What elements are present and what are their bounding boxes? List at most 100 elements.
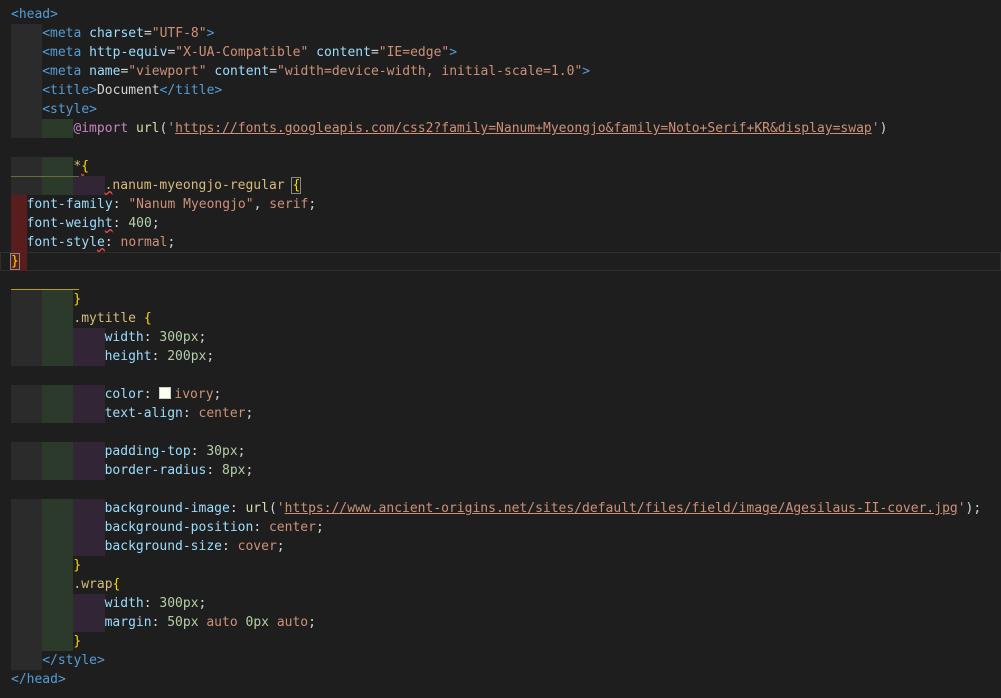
- code-token: background-position: [104, 520, 254, 535]
- code-line[interactable]: background-image: url('https://www.ancie…: [0, 499, 1001, 518]
- code-token: }: [73, 292, 82, 307]
- code-line[interactable]: [0, 271, 1001, 290]
- code-line[interactable]: .nanum-myeongjo-regular {: [0, 176, 1001, 195]
- code-line[interactable]: <meta http-equiv = "X-UA-Compatible" conte…: [0, 43, 1001, 62]
- code-token: .mytitle: [73, 311, 137, 326]
- code-token: border-radius: [104, 463, 207, 478]
- code-text: }: [73, 290, 81, 309]
- code-token: </style>: [42, 653, 105, 668]
- code-token: ': [167, 121, 176, 136]
- code-token: charset: [89, 26, 144, 41]
- code-line[interactable]: font-family: "Nanum Myeongjo", serif;: [0, 195, 1001, 214]
- code-line[interactable]: <meta charset="UTF-8">: [0, 24, 1001, 43]
- code-line[interactable]: height: 200px;: [0, 347, 1001, 366]
- code-line[interactable]: padding-top: 30px;: [0, 442, 1001, 461]
- bracket-guide: [11, 289, 79, 290]
- code-line[interactable]: }: [0, 556, 1001, 575]
- code-token: "X-UA-Compatible": [175, 45, 309, 60]
- code-token: {: [291, 177, 302, 194]
- indent-guide: [42, 613, 74, 632]
- code-line[interactable]: color: ivory;: [0, 385, 1001, 404]
- code-text: width: 300px;: [105, 328, 207, 347]
- code-line[interactable]: width: 300px;: [0, 594, 1001, 613]
- bracket-guide: [11, 176, 79, 177]
- indent-guide: [11, 556, 43, 575]
- code-line[interactable]: border-radius: 8px;: [0, 461, 1001, 480]
- code-token: (: [268, 501, 277, 516]
- indent-guide: [11, 385, 43, 404]
- code-token: :: [143, 330, 160, 345]
- code-token: ;: [245, 463, 254, 478]
- code-line[interactable]: @import url('https://fonts.googleapis.co…: [0, 119, 1001, 138]
- code-line[interactable]: [0, 480, 1001, 499]
- code-line[interactable]: </head>: [0, 670, 1001, 689]
- indent-guide: [42, 328, 74, 347]
- code-line[interactable]: <meta name="viewport" content="width=dev…: [0, 62, 1001, 81]
- code-token: url: [245, 501, 269, 516]
- code-token: font-styl: [26, 235, 98, 250]
- code-line[interactable]: <style>: [0, 100, 1001, 119]
- code-token: :: [143, 387, 160, 402]
- indent-guide: [11, 404, 43, 423]
- code-token: =: [143, 26, 152, 41]
- code-line[interactable]: [0, 138, 1001, 157]
- code-token: name: [89, 64, 121, 79]
- indent-guide: [11, 43, 43, 62]
- indent-guide: [11, 594, 43, 613]
- indent-guide: [42, 499, 74, 518]
- code-token: "width=device-width, initial-scale=1.0": [277, 64, 583, 79]
- code-line[interactable]: text-align: center;: [0, 404, 1001, 423]
- indent-guide: [73, 461, 105, 480]
- code-token: :: [182, 406, 199, 421]
- color-swatch-icon: [159, 387, 172, 399]
- code-token: ;: [151, 216, 160, 231]
- error-indent-marker: [11, 195, 27, 214]
- code-line[interactable]: [0, 366, 1001, 385]
- code-token: :: [190, 444, 207, 459]
- code-line[interactable]: <title>Document</title>: [0, 81, 1001, 100]
- code-token: ;: [198, 330, 207, 345]
- code-line[interactable]: }: [0, 632, 1001, 651]
- code-text: background-size: cover;: [105, 537, 285, 556]
- indent-guide: [11, 157, 43, 176]
- code-text: <meta name="viewport" content="width=dev…: [42, 62, 590, 81]
- code-token: :: [112, 197, 129, 212]
- code-line[interactable]: font-style: normal;: [0, 233, 1001, 252]
- code-line[interactable]: <head>: [0, 5, 1001, 24]
- code-token: margin: [104, 615, 152, 630]
- code-line[interactable]: [0, 423, 1001, 442]
- code-line[interactable]: }: [0, 252, 1001, 271]
- code-line[interactable]: background-position: center;: [0, 518, 1001, 537]
- code-line[interactable]: </style>: [0, 651, 1001, 670]
- code-line[interactable]: background-size: cover;: [0, 537, 1001, 556]
- indent-guide: [73, 176, 105, 195]
- code-line[interactable]: .mytitle {: [0, 309, 1001, 328]
- code-line[interactable]: font-weight: 400;: [0, 214, 1001, 233]
- code-line[interactable]: }: [0, 290, 1001, 309]
- code-editor[interactable]: <head> <meta charset="UTF-8"> <meta http-e…: [0, 0, 1001, 698]
- indent-guide: [42, 594, 74, 613]
- code-text: color: ivory;: [105, 385, 221, 404]
- code-text: width: 300px;: [105, 594, 207, 613]
- indent-guide: [11, 499, 43, 518]
- code-line[interactable]: width: 300px;: [0, 328, 1001, 347]
- indent-guide: [11, 24, 43, 43]
- code-token: <meta: [42, 26, 82, 41]
- code-line[interactable]: .wrap{: [0, 575, 1001, 594]
- code-token: :: [151, 615, 168, 630]
- code-token: {: [112, 577, 121, 592]
- code-token: center: [268, 520, 316, 535]
- code-token: url: [136, 121, 160, 136]
- code-token: }: [73, 634, 82, 649]
- code-line[interactable]: *{: [0, 157, 1001, 176]
- code-token: ivory: [174, 387, 214, 402]
- code-token: 300px: [159, 330, 199, 345]
- code-text: <style>: [42, 100, 97, 119]
- code-line[interactable]: margin: 50px auto 0px auto;: [0, 613, 1001, 632]
- code-text: </head>: [11, 670, 66, 689]
- code-text: <meta charset="UTF-8">: [42, 24, 214, 43]
